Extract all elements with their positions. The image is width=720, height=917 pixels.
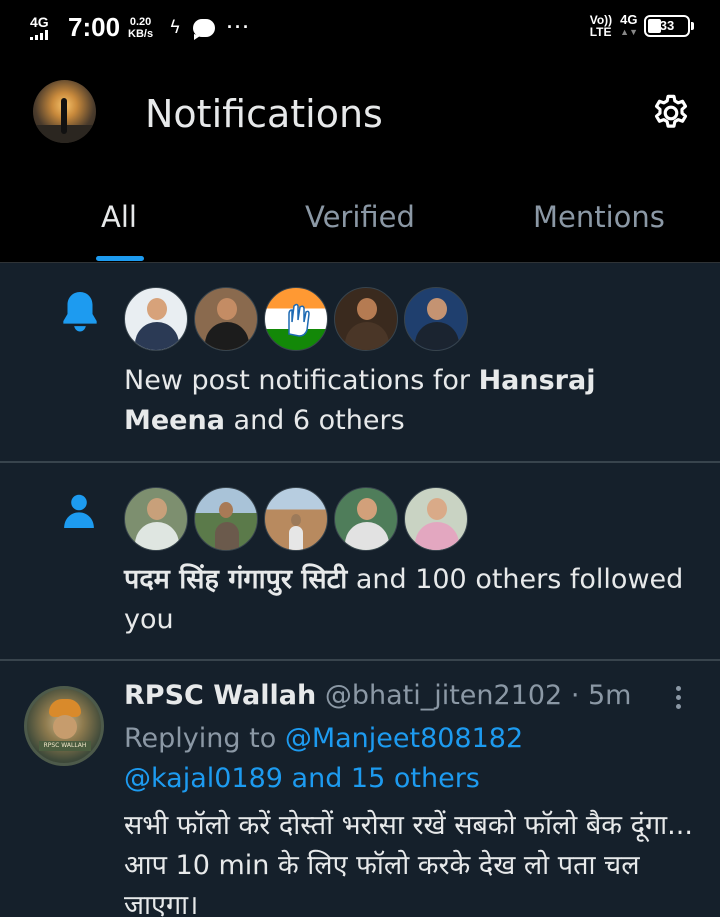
volte-bottom: LTE [589,25,612,39]
volte-icon: Vo)) LTE [590,14,612,38]
avatar[interactable] [124,287,188,351]
notification-text-pre: New post notifications for [124,365,479,396]
network-type-label: 4G [30,13,49,30]
clock: 7:00 [68,12,121,42]
avatar[interactable] [404,287,468,351]
reply-others-link[interactable]: and 15 others [283,763,480,794]
notification-text-post: and 6 others [224,405,405,436]
replying-to-line-2: @kajal0189 and 15 others [124,759,480,799]
meta-separator: · [562,680,588,711]
mobile-network-label: 4G [620,12,638,27]
replying-prefix: Replying to [124,723,285,754]
tweet-header: RPSC Wallah @bhati_jiten2102 · 5m [124,676,631,716]
avatar-caption: RPSC WALLAH [39,741,91,751]
page-title: Notifications [145,92,383,136]
avatar[interactable] [334,487,398,551]
tweet-time: 5m [588,680,632,711]
active-tab-indicator [96,256,144,261]
data-saver-icon: ϟ [169,17,181,38]
notification-text[interactable]: पदम सिंह गंगापुर सिटी and 100 others fol… [124,560,684,640]
tweet-author-name[interactable]: RPSC Wallah [124,680,316,711]
replying-to-line: Replying to @Manjeet808182 [124,719,523,759]
tweet-author-handle[interactable]: @bhati_jiten2102 [325,680,562,711]
divider [0,461,720,463]
divider [0,262,720,263]
avatar[interactable] [264,487,328,551]
tab-verified[interactable]: Verified [305,200,415,234]
avatar[interactable] [194,487,258,551]
person-icon [64,494,94,528]
network-speed: 0.20 KB/s [128,16,153,40]
avatar[interactable] [264,287,328,351]
avatar-group [124,487,468,551]
avatar-group [124,287,468,351]
signal-icon: 4G [30,13,58,40]
gear-icon[interactable] [650,92,692,134]
divider [0,659,720,661]
profile-avatar[interactable] [33,80,96,143]
reply-mention-link[interactable]: @Manjeet808182 [285,723,523,754]
notification-user-name[interactable]: पदम सिंह गंगापुर सिटी [124,564,347,595]
tweet-author-avatar[interactable]: RPSC WALLAH [24,686,104,766]
status-bar: 4G 7:00 0.20 KB/s ϟ ··· Vo)) LTE 4G ▲▼ 3… [0,0,720,60]
avatar[interactable] [334,287,398,351]
more-notifications-icon: ··· [226,17,251,37]
reply-mention-link[interactable]: @kajal0189 [124,763,283,794]
battery-level: 33 [659,18,675,33]
message-icon [192,18,215,40]
avatar[interactable] [404,487,468,551]
speed-unit: KB/s [128,27,154,40]
avatar[interactable] [124,487,188,551]
tweet-body: सभी फॉलो करें दोस्तों भरोसा रखें सबको फॉ… [124,810,693,917]
battery-icon: 33 [644,15,694,37]
bell-icon [63,292,97,332]
notification-text[interactable]: New post notifications for Hansraj Meena… [124,361,684,441]
mobile-data-icon: 4G ▲▼ [620,12,638,37]
tab-all[interactable]: All [101,200,137,234]
avatar[interactable] [194,287,258,351]
speed-value: 0.20 [129,15,152,28]
more-options-icon[interactable] [676,686,684,712]
tab-mentions[interactable]: Mentions [533,200,665,234]
